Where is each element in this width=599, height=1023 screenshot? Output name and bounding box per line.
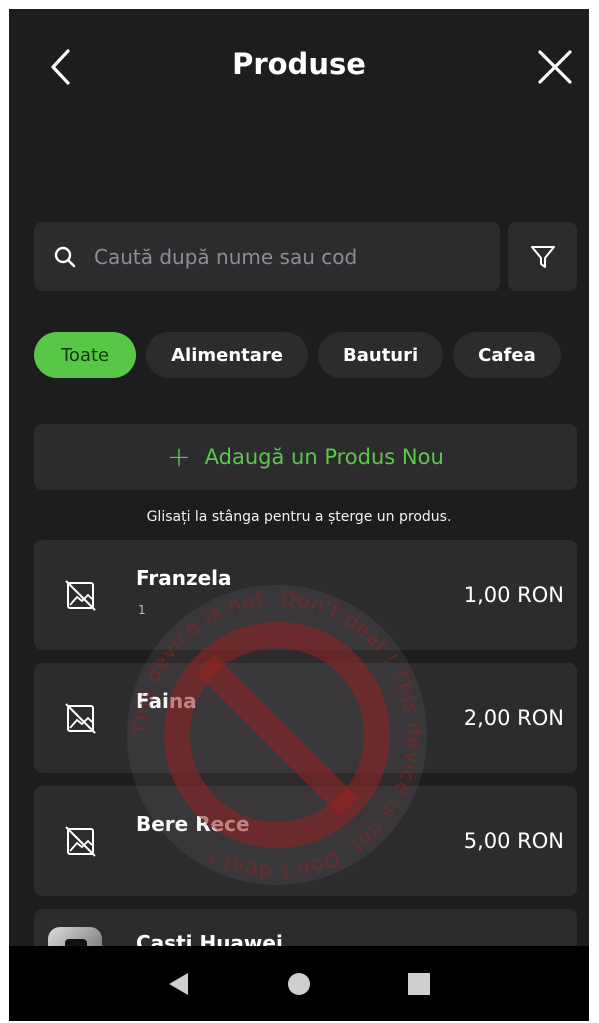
close-button[interactable] [533, 45, 577, 89]
filter-button[interactable] [508, 222, 577, 291]
product-item[interactable]: Franzela 1 1,00 RON [34, 540, 577, 650]
product-price: 1,00 RON [463, 583, 564, 607]
chip-cafea[interactable]: Cafea [453, 332, 561, 378]
close-icon [538, 50, 572, 84]
no-image-icon [62, 576, 100, 614]
no-image-icon [62, 699, 100, 737]
page-title: Produse [232, 47, 366, 81]
product-name: Bere Rece [136, 812, 250, 836]
chip-bauturi[interactable]: Bauturi [318, 332, 444, 378]
nav-recents-icon[interactable] [399, 964, 439, 1004]
add-product-label: Adaugă un Produs Nou [204, 445, 444, 469]
chip-toate[interactable]: Toate [34, 332, 137, 378]
system-nav-bar [9, 946, 589, 1021]
plus-icon: + [167, 440, 191, 473]
category-chips: Toate Alimentare Bauturi Cafea [34, 332, 561, 378]
swipe-hint: Glisați la stânga pentru a șterge un pro… [146, 509, 452, 525]
filter-icon [530, 245, 555, 268]
no-image-icon [62, 822, 100, 860]
product-item[interactable]: Faina 2,00 RON [34, 663, 577, 773]
chip-alimentare[interactable]: Alimentare [146, 332, 309, 378]
product-list: Franzela 1 1,00 RON Faina 2,00 RON Bere … [34, 540, 577, 992]
product-price: 2,00 RON [463, 706, 564, 730]
search-input[interactable] [92, 243, 500, 270]
search-icon [52, 244, 78, 270]
nav-back-icon[interactable] [159, 964, 199, 1004]
add-product-button[interactable]: + Adaugă un Produs Nou [34, 424, 577, 490]
product-name: Faina [136, 689, 197, 713]
search-bar[interactable] [34, 222, 500, 291]
product-code: 1 [138, 603, 146, 617]
app-screen: Produse Toate Alimentare Bauturi Cafea +… [9, 9, 589, 1021]
nav-home-icon[interactable] [279, 964, 319, 1004]
product-price: 5,00 RON [463, 829, 564, 853]
product-item[interactable]: Bere Rece 5,00 RON [34, 786, 577, 896]
top-bar: Produse [9, 37, 589, 97]
product-name: Franzela [136, 566, 232, 590]
